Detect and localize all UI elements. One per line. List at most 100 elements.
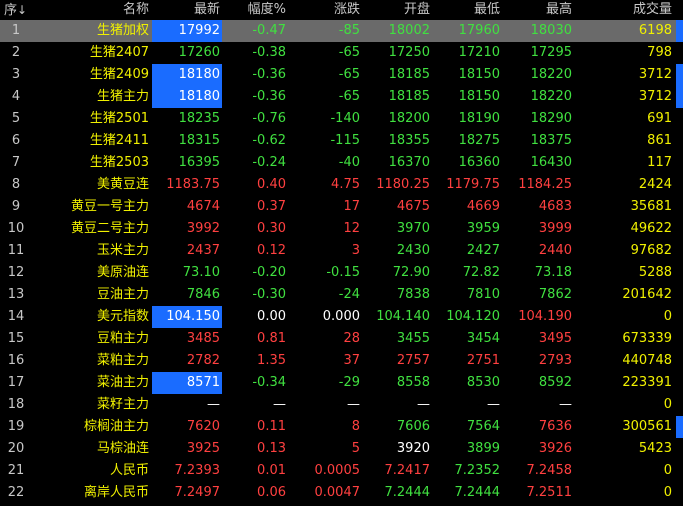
row-index: 19 bbox=[7, 419, 25, 434]
table-row[interactable]: 18 菜籽主力 — — — — — — 0 bbox=[0, 394, 683, 416]
row-high: 3999 bbox=[538, 221, 572, 236]
row-name: 人民币 bbox=[109, 463, 149, 478]
row-change: 0.000 bbox=[322, 309, 360, 324]
table-row[interactable]: 1 生猪加权 17992 -0.47 -85 18002 17960 18030 6198 bbox=[0, 20, 683, 42]
table-row[interactable]: 7 生猪2503 16395 -0.24 -40 16370 16360 16430 117 bbox=[0, 152, 683, 174]
row-last: 18315 bbox=[178, 133, 220, 148]
row-volume: 3712 bbox=[638, 89, 672, 104]
row-pct: 0.40 bbox=[257, 177, 286, 192]
scroll-marker bbox=[676, 64, 683, 86]
row-change: 5 bbox=[351, 441, 360, 456]
header-index[interactable]: 序↓ bbox=[0, 0, 36, 20]
header-high[interactable]: 最高 bbox=[502, 0, 572, 20]
row-last: 3992 bbox=[186, 221, 220, 236]
table-row[interactable]: 15 豆粕主力 3485 0.81 28 3455 3454 3495 673339 bbox=[0, 328, 683, 350]
table-row[interactable]: 6 生猪2411 18315 -0.62 -115 18355 18275 18375 861 bbox=[0, 130, 683, 152]
row-low: 3959 bbox=[466, 221, 500, 236]
header-pct[interactable]: 幅度% bbox=[226, 0, 286, 20]
row-pct: -0.47 bbox=[252, 23, 286, 38]
table-row[interactable]: 14 美元指数 104.150 0.00 0.000 104.140 104.120 104.… bbox=[0, 306, 683, 328]
row-last: 18235 bbox=[178, 111, 220, 126]
row-name: 生猪2503 bbox=[89, 155, 149, 170]
scroll-marker bbox=[676, 416, 683, 438]
row-change: 4.75 bbox=[331, 177, 360, 192]
table-row[interactable]: 22 离岸人民币 7.2497 0.06 0.0047 7.2444 7.2444 7.251… bbox=[0, 482, 683, 504]
row-last: 7.2393 bbox=[174, 463, 221, 478]
header-volume[interactable]: 成交量 bbox=[578, 0, 672, 20]
row-change: -115 bbox=[330, 133, 360, 148]
row-last: 18180 bbox=[152, 86, 222, 108]
row-change: 28 bbox=[343, 331, 360, 346]
row-open: 18002 bbox=[388, 23, 430, 38]
row-volume: 5423 bbox=[638, 441, 672, 456]
row-open: 18185 bbox=[388, 89, 430, 104]
row-pct: -0.38 bbox=[252, 45, 286, 60]
table-row[interactable]: 19 棕榈油主力 7620 0.11 8 7606 7564 7636 300561 bbox=[0, 416, 683, 438]
table-row[interactable]: 4 生猪主力 18180 -0.36 -65 18185 18150 18220 3712 bbox=[0, 86, 683, 108]
row-open: 7838 bbox=[396, 287, 430, 302]
row-pct: -0.76 bbox=[252, 111, 286, 126]
row-last: 4674 bbox=[186, 199, 220, 214]
table-row[interactable]: 8 美黄豆连 1183.75 0.40 4.75 1180.25 1179.75 1184.2… bbox=[0, 174, 683, 196]
row-pct: 0.11 bbox=[257, 419, 286, 434]
row-name: 豆粕主力 bbox=[96, 331, 149, 346]
header-last[interactable]: 最新 bbox=[152, 0, 222, 20]
header-open[interactable]: 开盘 bbox=[362, 0, 430, 20]
row-low: 3899 bbox=[466, 441, 500, 456]
row-name: 美元指数 bbox=[96, 309, 149, 324]
row-low: 2751 bbox=[466, 353, 500, 368]
row-index: 18 bbox=[7, 397, 25, 412]
row-open: 104.140 bbox=[376, 309, 430, 324]
row-open: 4675 bbox=[396, 199, 430, 214]
row-high: 18220 bbox=[530, 67, 572, 82]
row-name: 美黄豆连 bbox=[96, 177, 149, 192]
table-row[interactable]: 2 生猪2407 17260 -0.38 -65 17250 17210 17295 798 bbox=[0, 42, 683, 64]
row-volume: 673339 bbox=[622, 331, 672, 346]
row-open: 3970 bbox=[396, 221, 430, 236]
row-open: 3455 bbox=[396, 331, 430, 346]
row-change: -65 bbox=[338, 89, 360, 104]
row-change: — bbox=[347, 397, 360, 412]
row-open: 7.2417 bbox=[384, 463, 431, 478]
table-row[interactable]: 9 黄豆一号主力 4674 0.37 17 4675 4669 4683 35681 bbox=[0, 196, 683, 218]
row-change: 0.0047 bbox=[314, 485, 361, 500]
header-change[interactable]: 涨跌 bbox=[290, 0, 360, 20]
header-low[interactable]: 最低 bbox=[432, 0, 500, 20]
row-high: 2793 bbox=[538, 353, 572, 368]
table-row[interactable]: 17 菜油主力 8571 -0.34 -29 8558 8530 8592 223391 bbox=[0, 372, 683, 394]
row-volume: 49622 bbox=[630, 221, 672, 236]
table-row[interactable]: 12 美原油连 73.10 -0.20 -0.15 72.90 72.82 73.18 5288 bbox=[0, 262, 683, 284]
row-last: 18180 bbox=[152, 64, 222, 86]
row-change: -0.15 bbox=[326, 265, 360, 280]
table-row[interactable]: 10 黄豆二号主力 3992 0.30 12 3970 3959 3999 49622 bbox=[0, 218, 683, 240]
row-last: 8571 bbox=[152, 372, 222, 394]
table-row[interactable]: 13 豆油主力 7846 -0.30 -24 7838 7810 7862 201642 bbox=[0, 284, 683, 306]
table-row[interactable]: 11 玉米主力 2437 0.12 3 2430 2427 2440 97682 bbox=[0, 240, 683, 262]
row-pct: -0.36 bbox=[252, 67, 286, 82]
row-name: 美原油连 bbox=[96, 265, 149, 280]
row-pct: -0.20 bbox=[252, 265, 286, 280]
row-name: 生猪2501 bbox=[89, 111, 149, 126]
row-name: 黄豆二号主力 bbox=[70, 221, 149, 236]
table-row[interactable]: 5 生猪2501 18235 -0.76 -140 18200 18190 18290 691 bbox=[0, 108, 683, 130]
row-index: 15 bbox=[7, 331, 25, 346]
row-name: 生猪加权 bbox=[96, 23, 149, 38]
row-name: 马棕油连 bbox=[96, 441, 149, 456]
table-row[interactable]: 3 生猪2409 18180 -0.36 -65 18185 18150 18220 3712 bbox=[0, 64, 683, 86]
table-row[interactable]: 16 菜粕主力 2782 1.35 37 2757 2751 2793 440748 bbox=[0, 350, 683, 372]
row-high: 73.18 bbox=[534, 265, 572, 280]
row-volume: 0 bbox=[663, 485, 672, 500]
row-low: 72.82 bbox=[462, 265, 500, 280]
row-name: 生猪2411 bbox=[89, 133, 149, 148]
row-high: 3926 bbox=[538, 441, 572, 456]
table-row[interactable]: 21 人民币 7.2393 0.01 0.0005 7.2417 7.2352 7.2458 0 bbox=[0, 460, 683, 482]
row-high: 7636 bbox=[538, 419, 572, 434]
row-change: -85 bbox=[338, 23, 360, 38]
row-volume: 6198 bbox=[638, 23, 672, 38]
header-name[interactable]: 名称 bbox=[34, 0, 150, 20]
row-open: 17250 bbox=[388, 45, 430, 60]
row-open: 2757 bbox=[396, 353, 430, 368]
row-pct: 0.37 bbox=[257, 199, 286, 214]
table-row[interactable]: 20 马棕油连 3925 0.13 5 3920 3899 3926 5423 bbox=[0, 438, 683, 460]
row-low: 7564 bbox=[466, 419, 500, 434]
